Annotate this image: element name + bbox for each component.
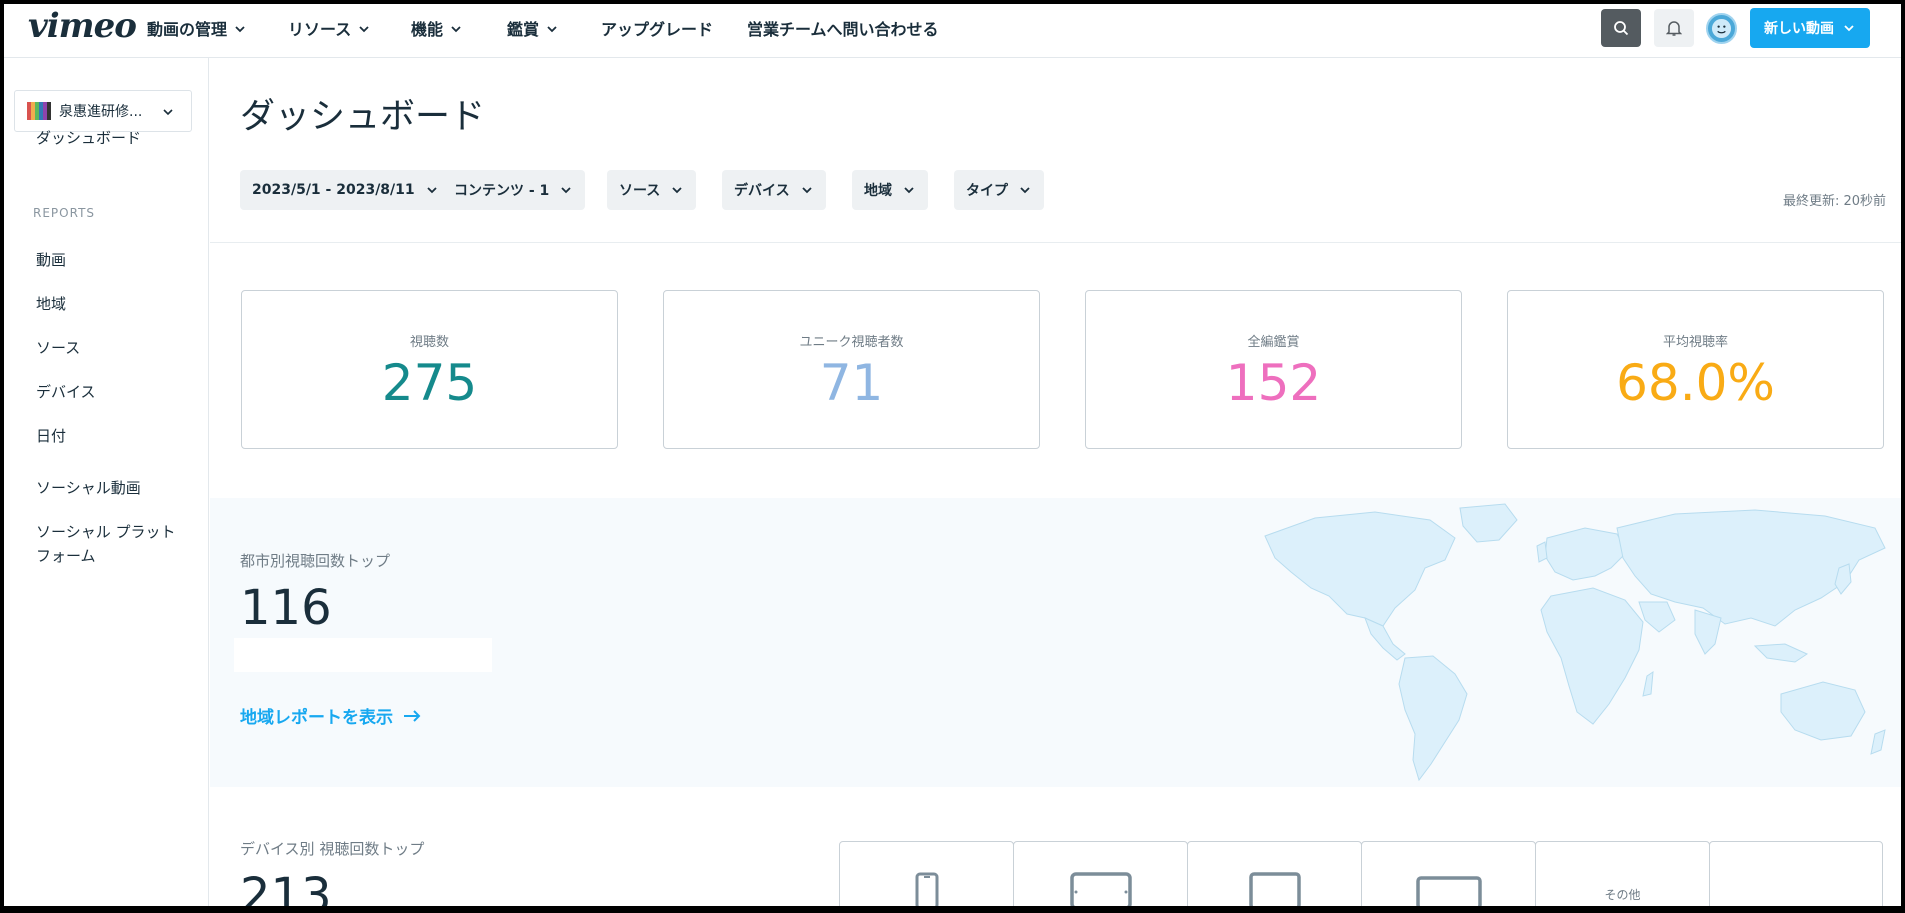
- main-content: ダッシュボード 2023/5/1 - 2023/8/11 コンテンツ - 1 ソ…: [210, 58, 1905, 913]
- reports-section-heading: REPORTS: [33, 206, 96, 220]
- tablet-landscape-icon: [1069, 872, 1132, 908]
- chevron-down-icon: [233, 21, 247, 35]
- filter-device-label: デバイス: [734, 183, 790, 199]
- top-city-label: 都市別視聴回数トップ: [240, 552, 391, 570]
- filter-content[interactable]: コンテンツ - 1: [442, 170, 586, 210]
- team-logo: [27, 102, 51, 120]
- top-city-value: 116: [240, 580, 332, 636]
- filter-date-range-label: 2023/5/1 - 2023/8/11: [252, 182, 415, 198]
- filter-source[interactable]: ソース: [607, 170, 697, 210]
- search-button[interactable]: [1601, 9, 1641, 47]
- chevron-down-icon: [161, 105, 175, 119]
- divider: [210, 242, 1905, 243]
- nav-resources-label: リソース: [288, 20, 352, 39]
- phone-icon: [915, 872, 938, 908]
- vimeo-logo[interactable]: vimeo: [28, 6, 137, 46]
- avatar-icon: [1711, 18, 1732, 39]
- arrow-right-icon: [404, 709, 421, 722]
- geo-panel: 都市別視聴回数トップ 116 地域レポートを表示: [210, 498, 1905, 787]
- filter-region[interactable]: 地域: [852, 170, 928, 210]
- stat-card-unique-viewers[interactable]: ユニーク視聴者数 71: [663, 290, 1040, 449]
- filter-type[interactable]: タイプ: [954, 170, 1044, 210]
- search-icon: [1614, 21, 1629, 36]
- nav-watch-label: 鑑賞: [507, 20, 540, 39]
- sidebar-item-videos[interactable]: 動画: [36, 248, 66, 272]
- sidebar-item-social-videos[interactable]: ソーシャル動画: [36, 476, 141, 500]
- world-map[interactable]: [1255, 498, 1895, 787]
- bell-icon: [1666, 21, 1682, 36]
- filter-region-label: 地域: [864, 183, 892, 199]
- view-region-report-link[interactable]: 地域レポートを表示: [240, 703, 421, 728]
- sidebar-item-source[interactable]: ソース: [36, 336, 80, 360]
- stat-card-finishes[interactable]: 全編鑑賞 152: [1085, 290, 1462, 449]
- chevron-down-icon: [425, 183, 439, 197]
- page-title: ダッシュボード: [240, 97, 486, 137]
- tablet-icon: [1248, 872, 1301, 908]
- notifications-button[interactable]: [1654, 9, 1694, 47]
- stat-card-avg-percent-watched[interactable]: 平均視聴率 68.0%: [1507, 290, 1884, 449]
- chevron-down-icon: [559, 183, 573, 197]
- social-platforms-label-line1: ソーシャル プラット: [36, 523, 176, 541]
- filter-type-label: タイプ: [966, 183, 1008, 199]
- stat-card-views[interactable]: 視聴数 275: [241, 290, 618, 449]
- nav-watch[interactable]: 鑑賞: [507, 16, 559, 40]
- chevron-down-icon: [449, 21, 463, 35]
- filter-content-label: コンテンツ - 1: [454, 183, 550, 199]
- monitor-icon: [1415, 876, 1482, 908]
- top-navigation: vimeo 動画の管理 リソース 機能 鑑賞 アップグレード 営業チームへ問い合…: [0, 0, 1905, 58]
- social-platforms-label-line2: フォーム: [36, 547, 96, 565]
- device-card-tablet-landscape[interactable]: [1013, 841, 1188, 913]
- sidebar: 泉惠進研修... ダッシュボード REPORTS 動画 地域 ソース デバイス …: [4, 58, 209, 910]
- sidebar-item-dashboard[interactable]: ダッシュボード: [36, 126, 141, 150]
- stat-label: 全編鑑賞: [1247, 335, 1300, 350]
- sidebar-item-device[interactable]: デバイス: [36, 380, 96, 404]
- stat-value: 71: [819, 354, 884, 412]
- device-card-monitor[interactable]: [1361, 841, 1536, 913]
- last-updated-text: 最終更新: 20秒前: [1782, 194, 1886, 209]
- top-device-label: デバイス別 視聴回数トップ: [240, 840, 425, 858]
- chevron-down-icon: [1842, 21, 1856, 35]
- stat-value: 275: [381, 354, 478, 412]
- nav-contact-sales-label: 営業チームへ問い合わせる: [747, 20, 939, 39]
- chevron-down-icon: [800, 183, 814, 197]
- avatar[interactable]: [1706, 13, 1737, 44]
- device-other-label: その他: [1604, 888, 1641, 902]
- stat-value: 152: [1225, 354, 1322, 412]
- new-video-button[interactable]: 新しい動画: [1750, 8, 1870, 48]
- new-video-label: 新しい動画: [1764, 21, 1834, 37]
- view-region-report-label: 地域レポートを表示: [240, 708, 393, 728]
- top-device-value: 213: [240, 868, 332, 913]
- filter-date-range[interactable]: 2023/5/1 - 2023/8/11: [240, 170, 451, 210]
- sidebar-item-social-platforms[interactable]: ソーシャル プラット フォーム: [36, 520, 175, 568]
- stat-value: 68.0%: [1616, 354, 1775, 412]
- device-card-phone[interactable]: [839, 841, 1014, 913]
- top-city-name-placeholder: [234, 638, 492, 672]
- nav-upgrade-label: アップグレード: [601, 20, 714, 39]
- nav-manage-videos[interactable]: 動画の管理: [147, 16, 247, 40]
- chevron-down-icon: [670, 183, 684, 197]
- device-card-tablet[interactable]: [1187, 841, 1362, 913]
- stat-label: 視聴数: [409, 335, 449, 350]
- nav-manage-videos-label: 動画の管理: [147, 20, 228, 39]
- device-card-empty[interactable]: [1709, 841, 1883, 913]
- device-card-other[interactable]: その他: [1535, 841, 1710, 913]
- stat-label: 平均視聴率: [1662, 335, 1728, 350]
- team-name: 泉惠進研修...: [59, 104, 143, 120]
- sidebar-item-region[interactable]: 地域: [36, 292, 66, 316]
- nav-contact-sales[interactable]: 営業チームへ問い合わせる: [747, 16, 939, 40]
- nav-features-label: 機能: [411, 20, 444, 39]
- chevron-down-icon: [357, 21, 371, 35]
- nav-upgrade[interactable]: アップグレード: [601, 16, 713, 40]
- team-logo-stripe: [47, 102, 51, 120]
- nav-features[interactable]: 機能: [411, 16, 463, 40]
- chevron-down-icon: [545, 21, 559, 35]
- stat-label: ユニーク視聴者数: [799, 335, 904, 350]
- filter-source-label: ソース: [619, 183, 661, 199]
- sidebar-item-date[interactable]: 日付: [36, 424, 66, 448]
- nav-resources[interactable]: リソース: [288, 16, 371, 40]
- chevron-down-icon: [902, 183, 916, 197]
- chevron-down-icon: [1018, 183, 1032, 197]
- filter-device[interactable]: デバイス: [722, 170, 826, 210]
